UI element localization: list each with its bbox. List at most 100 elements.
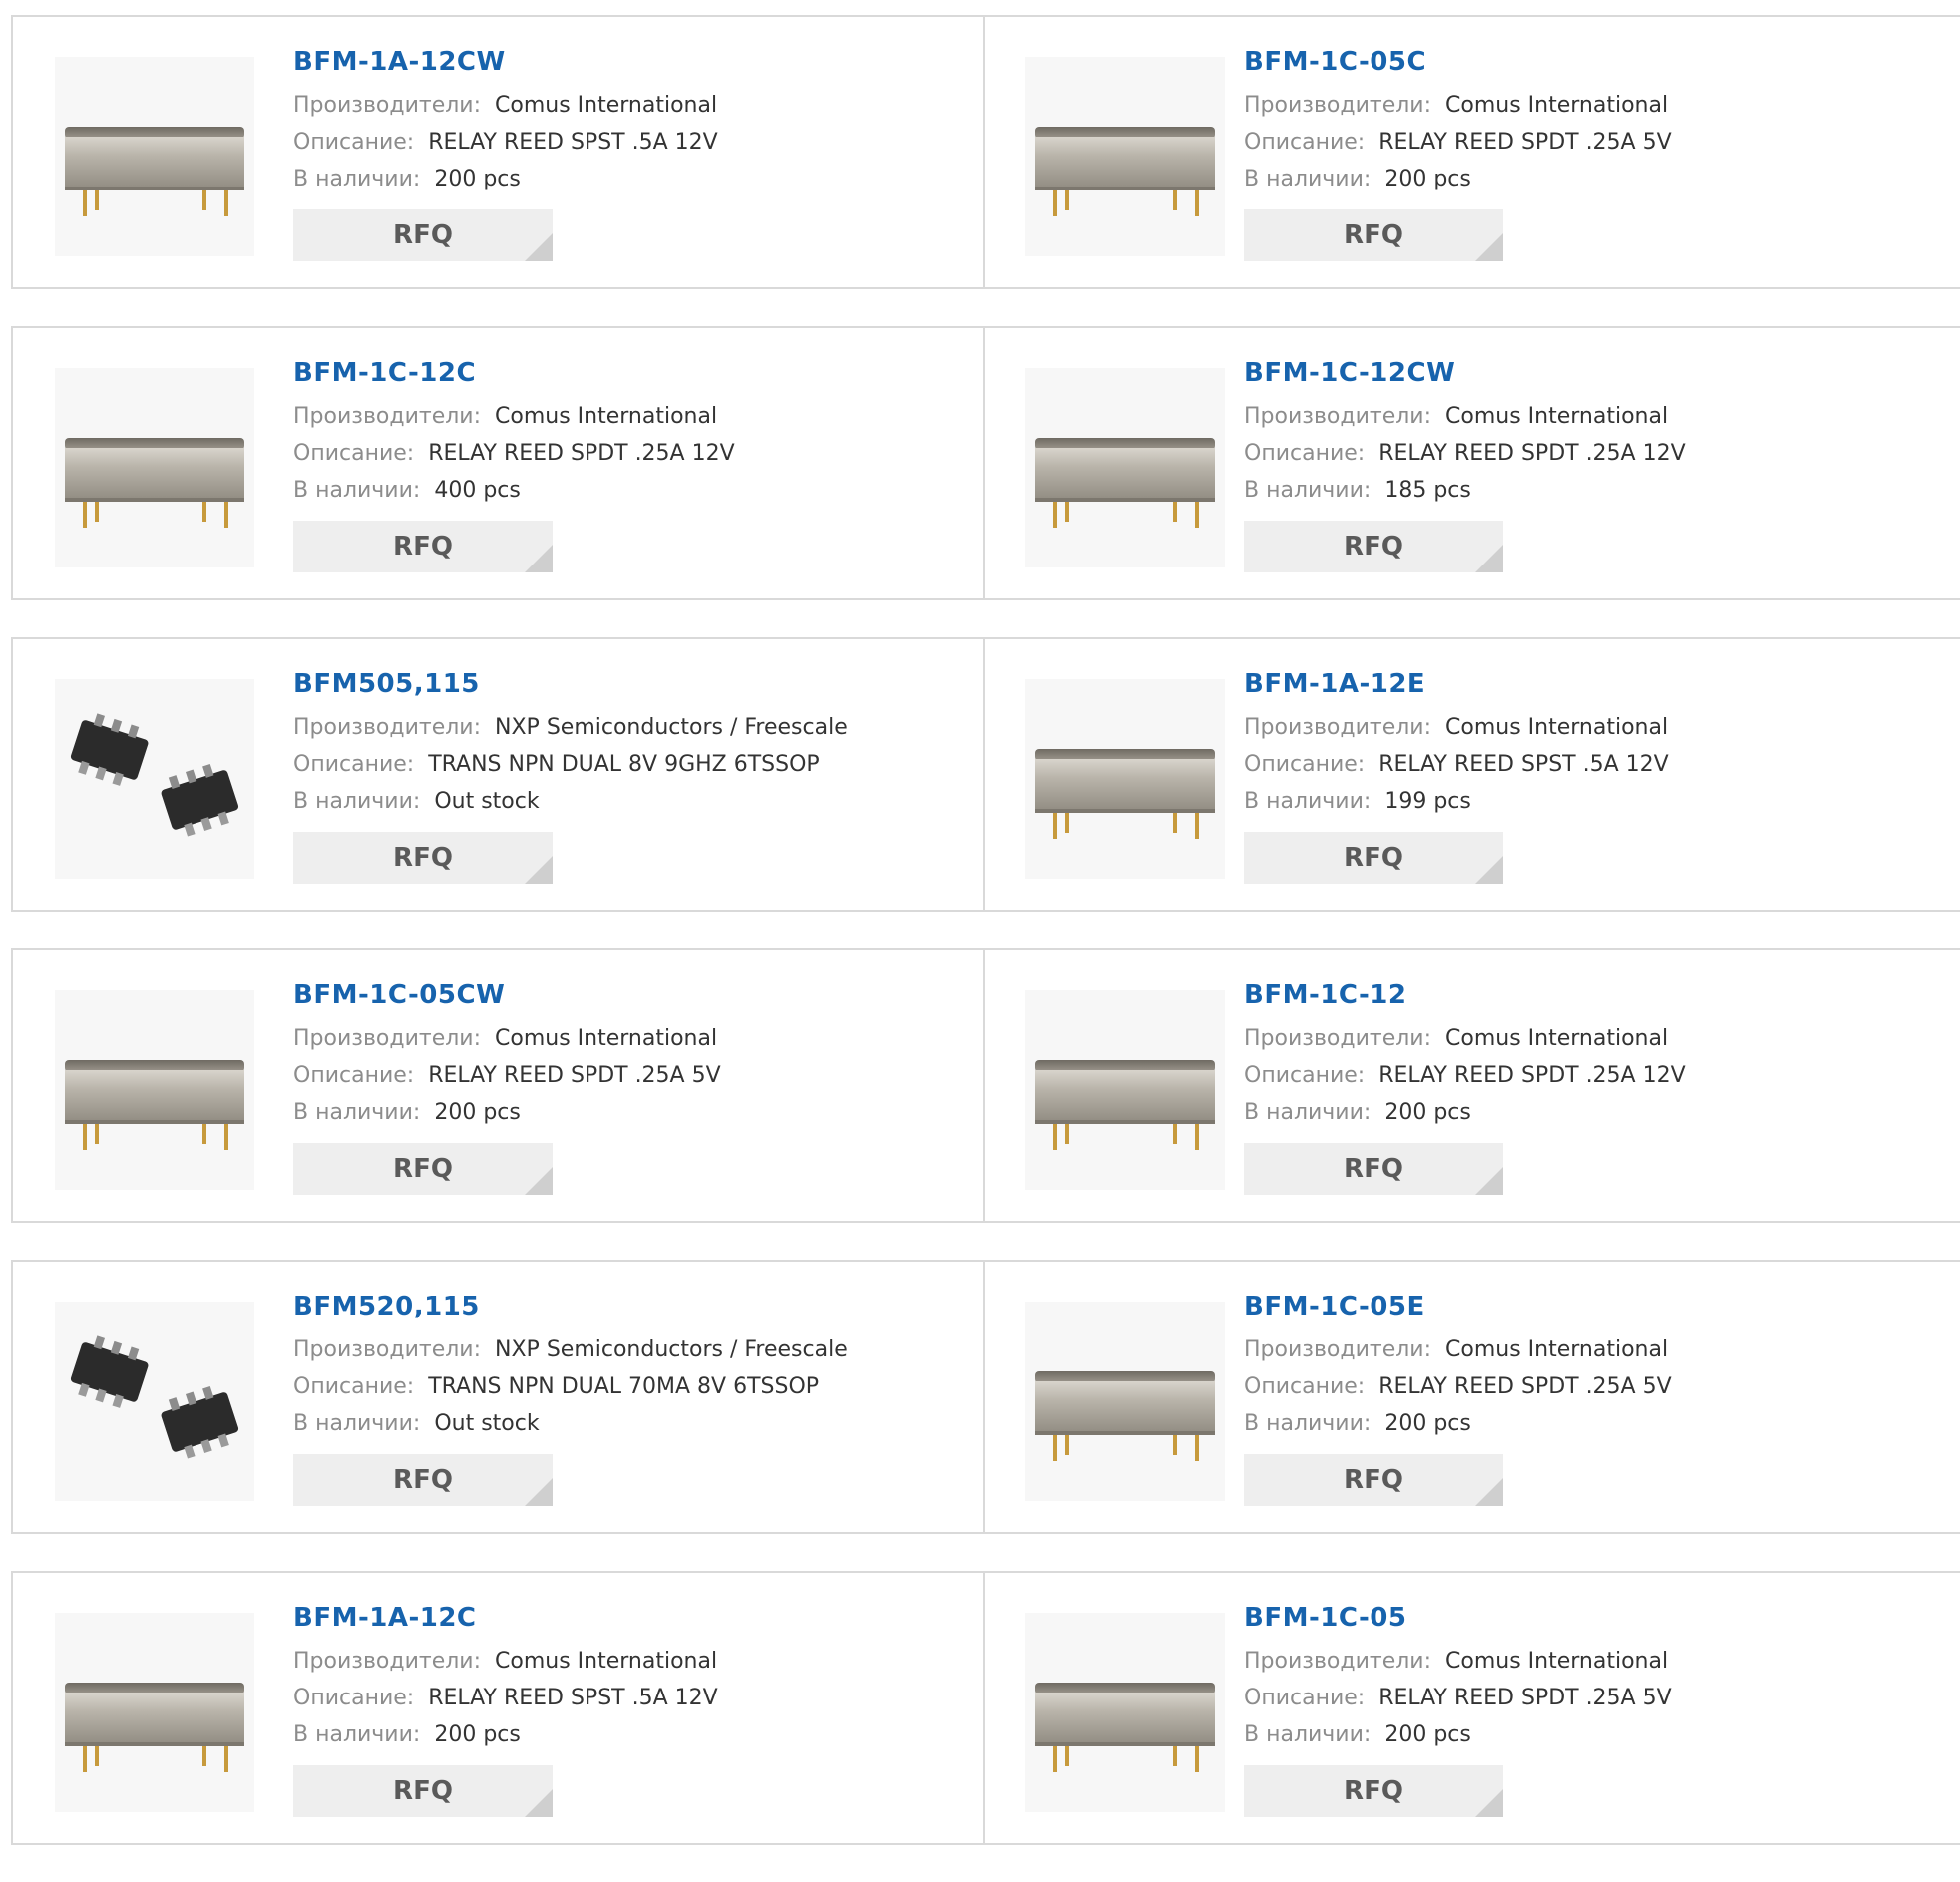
reed-relay-image[interactable] (55, 990, 254, 1190)
stock-value: 400 pcs (434, 478, 521, 503)
description-value: RELAY REED SPST .5A 12V (1378, 752, 1669, 777)
manufacturer-value: Comus International (1445, 1337, 1669, 1362)
rfq-button[interactable]: RFQ (1244, 209, 1503, 261)
rfq-button[interactable]: RFQ (1244, 521, 1503, 572)
product-row: BFM-1A-12C Производители: Comus Internatio… (11, 1571, 1960, 1845)
manufacturer-value: Comus International (495, 1649, 718, 1674)
product-title-link[interactable]: BFM-1A-12CW (293, 47, 718, 87)
description-line: Описание: RELAY REED SPDT .25A 12V (1244, 435, 1686, 472)
product-card: BFM-1C-05E Производители: Comus Internatio… (985, 1262, 1960, 1532)
product-title-link[interactable]: BFM-1A-12E (1244, 669, 1669, 709)
manufacturer-line: Производители: NXP Semiconductors / Frees… (293, 1331, 848, 1368)
corner-triangle-icon (525, 1167, 553, 1195)
reed-relay-image[interactable] (55, 1613, 254, 1812)
tssop-chip-image[interactable] (55, 679, 254, 879)
description-value: RELAY REED SPDT .25A 5V (1378, 1686, 1672, 1710)
manufacturer-value: Comus International (495, 404, 718, 429)
product-card: BFM520,115 Производители: NXP Semiconducto… (11, 1262, 985, 1532)
rfq-button-label: RFQ (1344, 843, 1403, 873)
manufacturer-value: Comus International (1445, 404, 1669, 429)
description-line: Описание: RELAY REED SPST .5A 12V (293, 1680, 718, 1716)
stock-value: 199 pcs (1384, 789, 1471, 814)
rfq-button[interactable]: RFQ (1244, 832, 1503, 884)
rfq-button[interactable]: RFQ (293, 209, 553, 261)
rfq-button[interactable]: RFQ (293, 832, 553, 884)
manufacturer-line: Производители: Comus International (1244, 1020, 1686, 1057)
rfq-button-label: RFQ (393, 220, 453, 250)
rfq-button[interactable]: RFQ (293, 521, 553, 572)
description-value: RELAY REED SPDT .25A 12V (1378, 1063, 1686, 1088)
corner-triangle-icon (1475, 1789, 1503, 1817)
rfq-button[interactable]: RFQ (1244, 1143, 1503, 1195)
corner-triangle-icon (525, 233, 553, 261)
rfq-button-label: RFQ (393, 1776, 453, 1806)
description-value: RELAY REED SPDT .25A 12V (1378, 441, 1686, 466)
reed-relay-image[interactable] (55, 368, 254, 567)
manufacturer-line: Производители: Comus International (1244, 398, 1686, 435)
corner-triangle-icon (525, 1478, 553, 1506)
reed-relay-image[interactable] (1025, 1302, 1225, 1501)
rfq-button[interactable]: RFQ (1244, 1765, 1503, 1817)
description-label: Описание: (293, 1686, 415, 1710)
reed-relay-image[interactable] (55, 57, 254, 256)
manufacturer-label: Производители: (1244, 1026, 1432, 1051)
rfq-button-label: RFQ (1344, 220, 1403, 250)
description-label: Описание: (1244, 1063, 1366, 1088)
stock-label: В наличии: (1244, 1722, 1372, 1747)
stock-line: В наличии: 185 pcs (1244, 472, 1686, 509)
corner-triangle-icon (1475, 1478, 1503, 1506)
product-info: BFM-1C-05CW Производители: Comus Internati… (293, 980, 721, 1195)
reed-relay-image[interactable] (1025, 368, 1225, 567)
stock-label: В наличии: (293, 167, 421, 191)
description-value: RELAY REED SPDT .25A 12V (428, 441, 735, 466)
rfq-button-label: RFQ (393, 532, 453, 562)
stock-label: В наличии: (293, 789, 421, 814)
corner-triangle-icon (1475, 545, 1503, 572)
product-title-link[interactable]: BFM-1C-05C (1244, 47, 1672, 87)
rfq-button[interactable]: RFQ (293, 1765, 553, 1817)
product-title-link[interactable]: BFM520,115 (293, 1292, 848, 1331)
description-line: Описание: RELAY REED SPDT .25A 5V (293, 1057, 721, 1094)
description-value: RELAY REED SPDT .25A 5V (428, 1063, 721, 1088)
description-line: Описание: RELAY REED SPDT .25A 12V (293, 435, 735, 472)
description-line: Описание: TRANS NPN DUAL 8V 9GHZ 6TSSOP (293, 746, 848, 783)
stock-value: 200 pcs (1384, 1722, 1471, 1747)
stock-value: 200 pcs (1384, 1100, 1471, 1125)
reed-relay-image[interactable] (1025, 990, 1225, 1190)
product-title-link[interactable]: BFM-1C-12CW (1244, 358, 1686, 398)
product-title-link[interactable]: BFM-1C-05 (1244, 1603, 1672, 1643)
description-label: Описание: (1244, 1686, 1366, 1710)
description-value: RELAY REED SPDT .25A 5V (1378, 130, 1672, 155)
manufacturer-label: Производители: (1244, 93, 1432, 118)
description-value: RELAY REED SPST .5A 12V (428, 130, 718, 155)
rfq-button[interactable]: RFQ (1244, 1454, 1503, 1506)
stock-line: В наличии: Out stock (293, 1405, 848, 1442)
stock-value: Out stock (434, 1411, 540, 1436)
description-value: RELAY REED SPST .5A 12V (428, 1686, 718, 1710)
reed-relay-image[interactable] (1025, 1613, 1225, 1812)
product-info: BFM-1A-12C Производители: Comus Internatio… (293, 1603, 718, 1817)
manufacturer-value: Comus International (1445, 1649, 1669, 1674)
manufacturer-value: Comus International (1445, 1026, 1669, 1051)
rfq-button[interactable]: RFQ (293, 1454, 553, 1506)
manufacturer-line: Производители: Comus International (293, 87, 718, 124)
product-card: BFM505,115 Производители: NXP Semiconducto… (11, 639, 985, 910)
product-title-link[interactable]: BFM-1C-12C (293, 358, 735, 398)
manufacturer-line: Производители: Comus International (1244, 709, 1669, 746)
product-title-link[interactable]: BFM-1C-05CW (293, 980, 721, 1020)
product-info: BFM-1C-05 Производители: Comus Internation… (1244, 1603, 1672, 1817)
corner-triangle-icon (1475, 233, 1503, 261)
rfq-button[interactable]: RFQ (293, 1143, 553, 1195)
product-title-link[interactable]: BFM-1A-12C (293, 1603, 718, 1643)
reed-relay-image[interactable] (1025, 57, 1225, 256)
description-label: Описание: (293, 752, 415, 777)
product-title-link[interactable]: BFM-1C-12 (1244, 980, 1686, 1020)
reed-relay-image[interactable] (1025, 679, 1225, 879)
product-title-link[interactable]: BFM505,115 (293, 669, 848, 709)
manufacturer-line: Производители: NXP Semiconductors / Frees… (293, 709, 848, 746)
tssop-chip-image[interactable] (55, 1302, 254, 1501)
product-title-link[interactable]: BFM-1C-05E (1244, 1292, 1672, 1331)
product-row: BFM505,115 Производители: NXP Semiconducto… (11, 637, 1960, 912)
rfq-button-label: RFQ (1344, 1465, 1403, 1495)
description-value: TRANS NPN DUAL 8V 9GHZ 6TSSOP (428, 752, 820, 777)
